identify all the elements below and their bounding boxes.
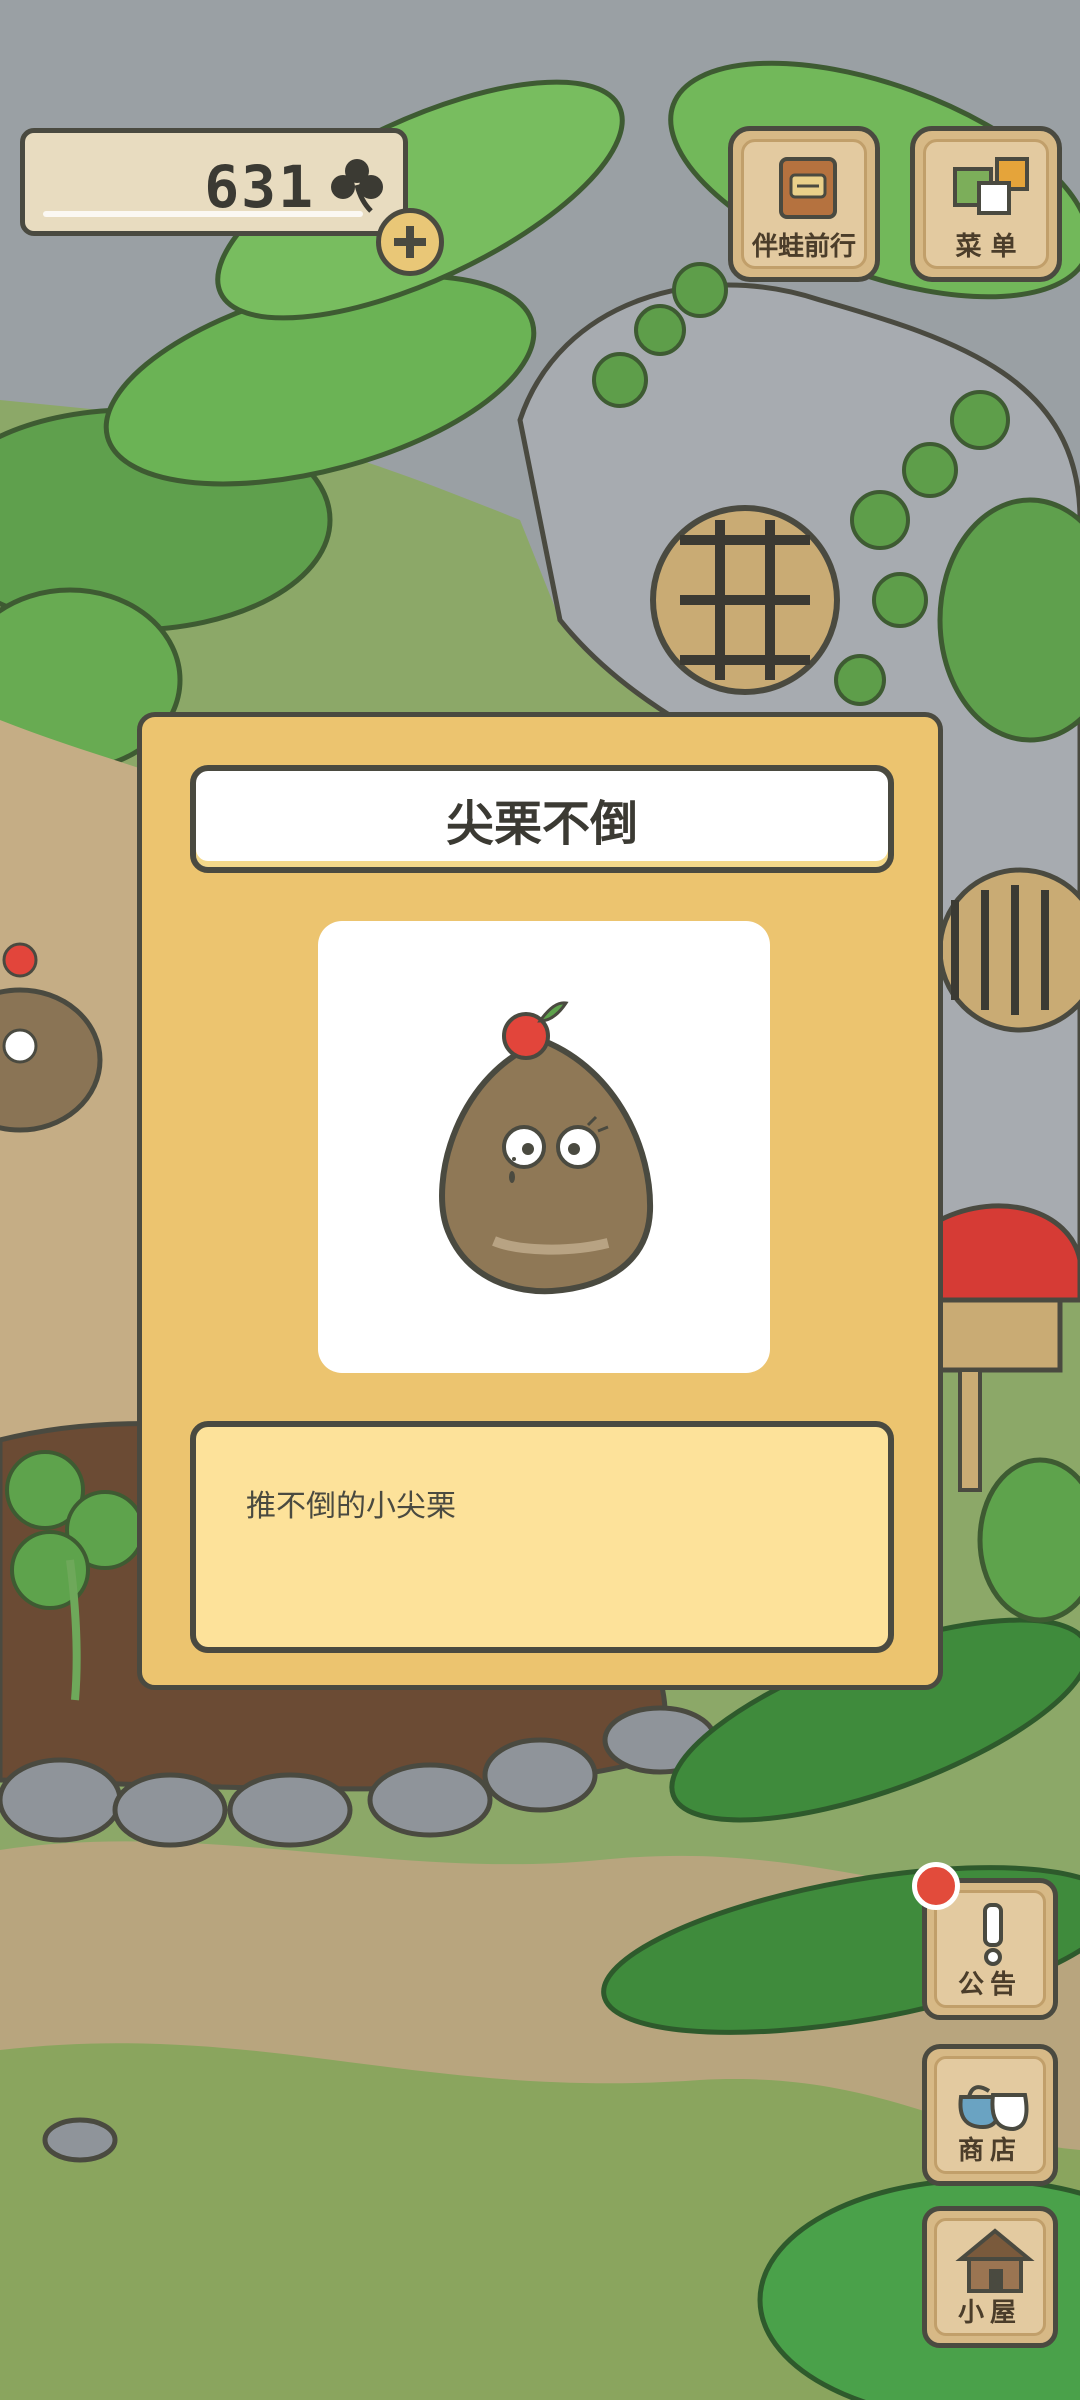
- clover-bar-highlight: [43, 211, 363, 217]
- item-portrait: [318, 921, 770, 1373]
- shop-bags-icon: [958, 2085, 1029, 2132]
- menu-button[interactable]: 菜 单: [910, 126, 1062, 282]
- item-description: 推不倒的小尖栗: [246, 1489, 456, 1524]
- house-icon: [955, 2228, 1035, 2293]
- shop-button-label: 商店: [957, 2136, 1022, 2166]
- clover-counter: 631: [20, 128, 408, 236]
- item-detail-popup[interactable]: 尖栗不倒 推不倒的小尖栗: [137, 712, 943, 1690]
- album-button-label: 伴蛙前行: [751, 232, 856, 262]
- album-button[interactable]: 伴蛙前行: [728, 126, 880, 282]
- album-book-icon: [779, 157, 837, 219]
- notification-badge: [912, 1862, 960, 1910]
- menu-cards-icon: [953, 157, 1029, 215]
- chestnut-doll-icon: [439, 1001, 654, 1295]
- house-button-label: 小屋: [957, 2298, 1022, 2328]
- item-description-box: 推不倒的小尖栗: [190, 1421, 894, 1653]
- shop-button[interactable]: 商店: [922, 2044, 1058, 2186]
- house-button[interactable]: 小屋: [922, 2206, 1058, 2348]
- exclamation-icon: [983, 1903, 1003, 1966]
- menu-button-label: 菜 单: [955, 232, 1017, 262]
- item-title: 尖栗不倒: [190, 765, 894, 873]
- plus-icon: [394, 226, 426, 258]
- add-clover-button[interactable]: [376, 208, 444, 276]
- notice-button-label: 公告: [957, 1970, 1022, 2000]
- clover-icon: [331, 159, 383, 213]
